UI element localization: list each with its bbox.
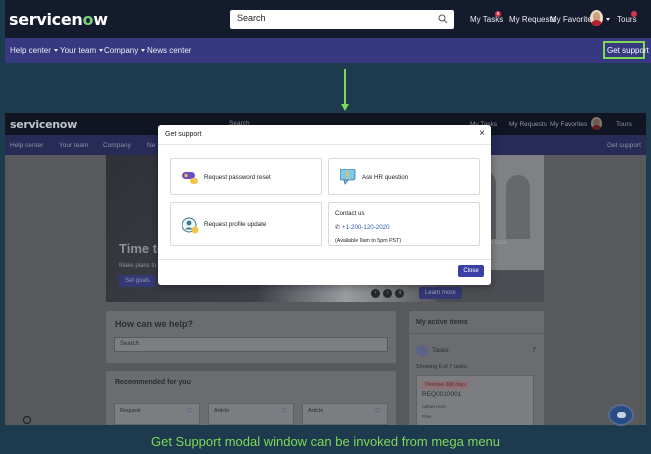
caption: Get Support modal window can be invoked … — [150, 434, 501, 449]
avatar-caret-icon[interactable] — [603, 15, 610, 24]
chevron-down-icon — [53, 49, 58, 53]
get-support-button-highlighted[interactable]: Get support — [603, 41, 649, 59]
dimmed-avatar — [591, 117, 602, 130]
carousel-pause-icon: ॥ — [395, 289, 404, 298]
help-heading: How can we help? — [115, 319, 194, 329]
recommended-item: Article ♡ — [302, 403, 388, 425]
menu-your-team[interactable]: Your team — [60, 46, 104, 55]
accessibility-icon — [23, 416, 31, 424]
ask-hr-question-option[interactable]: Ask HR question — [328, 158, 480, 195]
request-profile-update-option[interactable]: Request profile update — [170, 202, 322, 246]
showing-text: Showing 6 of 7 tasks — [416, 364, 467, 370]
menu-news-center[interactable]: News center — [147, 46, 191, 55]
chevron-down-icon — [141, 49, 146, 53]
modal-header: Get support × — [158, 125, 491, 145]
help-search-input: Search — [114, 337, 388, 352]
dimmed-news: Ne — [147, 142, 156, 149]
dimmed-my-favorites: My Favorites — [550, 121, 588, 128]
servicenow-logo[interactable]: servicenow — [9, 10, 108, 29]
heart-icon: ♡ — [280, 408, 287, 415]
search-icon — [438, 14, 448, 24]
user-avatar[interactable] — [590, 10, 603, 26]
active-items-heading: My active items — [416, 319, 468, 326]
learn-more-button: Learn more — [419, 287, 462, 299]
dimmed-logo: servicenow — [10, 118, 77, 131]
heart-icon: ♡ — [374, 408, 381, 415]
close-icon[interactable]: × — [479, 128, 485, 139]
get-support-modal: Get support × Request password reset Ask… — [158, 125, 491, 285]
request-password-reset-option[interactable]: Request password reset — [170, 158, 322, 195]
global-search-input[interactable]: Search — [230, 10, 454, 29]
chevron-down-icon — [99, 49, 104, 53]
close-button[interactable]: Close — [458, 265, 484, 277]
modal-title: Get support — [165, 131, 202, 138]
tasks-count: 7 — [532, 347, 536, 354]
dimmed-tours: Tours — [616, 121, 632, 128]
recommended-card: Recommended for you Request ♡ Article ♡ Ar… — [106, 371, 396, 425]
contact-us-card: Contact us ✆ +1-200-120-2020 (Available … — [328, 202, 480, 246]
carousel-next-icon: › — [383, 289, 392, 298]
tasks-icon — [416, 345, 428, 357]
virtual-agent-chat-icon[interactable] — [608, 404, 634, 426]
heart-icon: ♡ — [186, 408, 193, 415]
my-requests-link[interactable]: My Requests — [509, 15, 556, 24]
search-placeholder: Search — [237, 13, 266, 23]
key-icon — [182, 172, 198, 184]
request-line: Adrian Hunt — [422, 404, 446, 409]
my-favorites-link[interactable]: My Favorites — [550, 15, 596, 24]
dimmed-get-support: Get support — [607, 142, 641, 149]
recommended-heading: Recommended for you — [115, 379, 191, 386]
task-item: Overdue 388 days REQ0010001 Adrian Hunt … — [416, 375, 534, 425]
hero-subtitle: Make plans to — [119, 263, 157, 269]
set-goals-button: Set goals — [119, 275, 157, 287]
down-arrow-icon — [344, 69, 346, 107]
dimmed-your-team: Your team — [59, 142, 89, 149]
overdue-badge: Overdue 388 days — [422, 381, 469, 389]
menu-company[interactable]: Company — [104, 46, 146, 55]
tours-badge — [631, 11, 637, 17]
contact-phone-link[interactable]: ✆ +1-200-120-2020 — [335, 224, 390, 231]
dimmed-company: Company — [103, 142, 131, 149]
contact-availability: (Available 9am to 5pm PST) — [335, 238, 402, 244]
hero-side-text: a data — [490, 240, 507, 246]
recommended-item: Request ♡ — [114, 403, 200, 425]
dimmed-help-center: Help center — [10, 142, 44, 149]
profile-update-icon — [182, 217, 199, 234]
request-id: REQ0010001 — [422, 391, 462, 398]
active-items-card: My active items Tasks 7 Showing 6 of 7 t… — [409, 311, 544, 425]
dimmed-my-requests: My Requests — [509, 121, 547, 128]
menu-help-center[interactable]: Help center — [10, 46, 58, 55]
arrow-head-icon — [341, 104, 349, 111]
my-tasks-badge: 8 — [495, 11, 501, 17]
chat-bubble-icon — [340, 169, 356, 185]
help-card: How can we help? Search — [106, 311, 396, 363]
contact-title: Contact us — [335, 210, 365, 217]
carousel-prev-icon: ‹ — [371, 289, 380, 298]
recommended-item: Article ♡ — [208, 403, 294, 425]
tasks-label: Tasks — [432, 347, 449, 354]
phone-icon: ✆ — [335, 224, 342, 231]
request-line: Prev — [422, 414, 432, 419]
